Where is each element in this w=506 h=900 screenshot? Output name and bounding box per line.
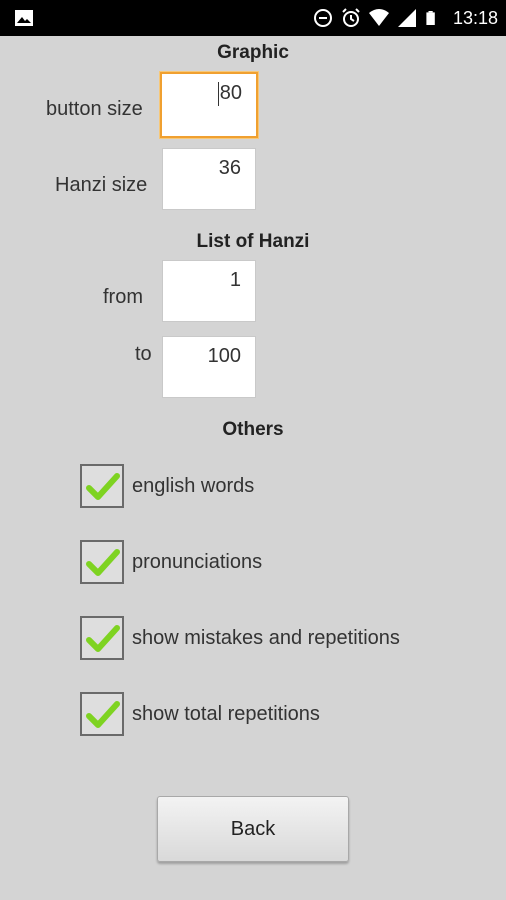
check-icon [86,549,120,576]
english-words-label: english words [132,474,255,497]
hanzi-size-input[interactable]: 36 [162,148,256,210]
graphic-title: Graphic [217,42,289,63]
status-time: 13:18 [452,7,498,28]
total-repetitions-label: show total repetitions [132,702,320,725]
status-bar: 13:18 [0,0,506,36]
battery-icon [426,11,435,25]
to-input[interactable]: 100 [162,336,256,398]
pronunciations-checkbox[interactable] [80,540,124,584]
hanzi-size-label: Hanzi size [55,174,148,196]
list-title: List of Hanzi [196,231,310,252]
image-icon [15,10,33,26]
wifi-icon [368,9,389,26]
alarm-icon [342,8,360,27]
button-size-input[interactable]: 80 [160,72,258,138]
check-icon [86,701,120,728]
text-cursor [217,82,219,106]
pronunciations-label: pronunciations [132,550,263,573]
check-icon [86,625,120,652]
show-mistakes-checkbox[interactable] [80,616,124,660]
check-icon [86,473,120,500]
from-label: from [103,286,143,308]
others-title: Others [222,419,284,440]
back-button[interactable]: Back [157,796,349,862]
button-size-value: 80 [219,82,242,104]
button-size-label: button size [46,98,143,120]
signal-icon [397,9,416,27]
option-pronunciations[interactable]: pronunciations [80,538,262,586]
option-english-words[interactable]: english words [80,462,254,510]
total-repetitions-checkbox[interactable] [80,692,124,736]
option-show-mistakes[interactable]: show mistakes and repetitions [80,614,400,662]
sync-icon [313,9,332,27]
show-mistakes-label: show mistakes and repetitions [132,626,400,649]
from-input[interactable]: 1 [162,260,256,322]
option-total-repetitions[interactable]: show total repetitions [80,690,320,738]
english-words-checkbox[interactable] [80,464,124,508]
to-label: to [135,343,152,365]
